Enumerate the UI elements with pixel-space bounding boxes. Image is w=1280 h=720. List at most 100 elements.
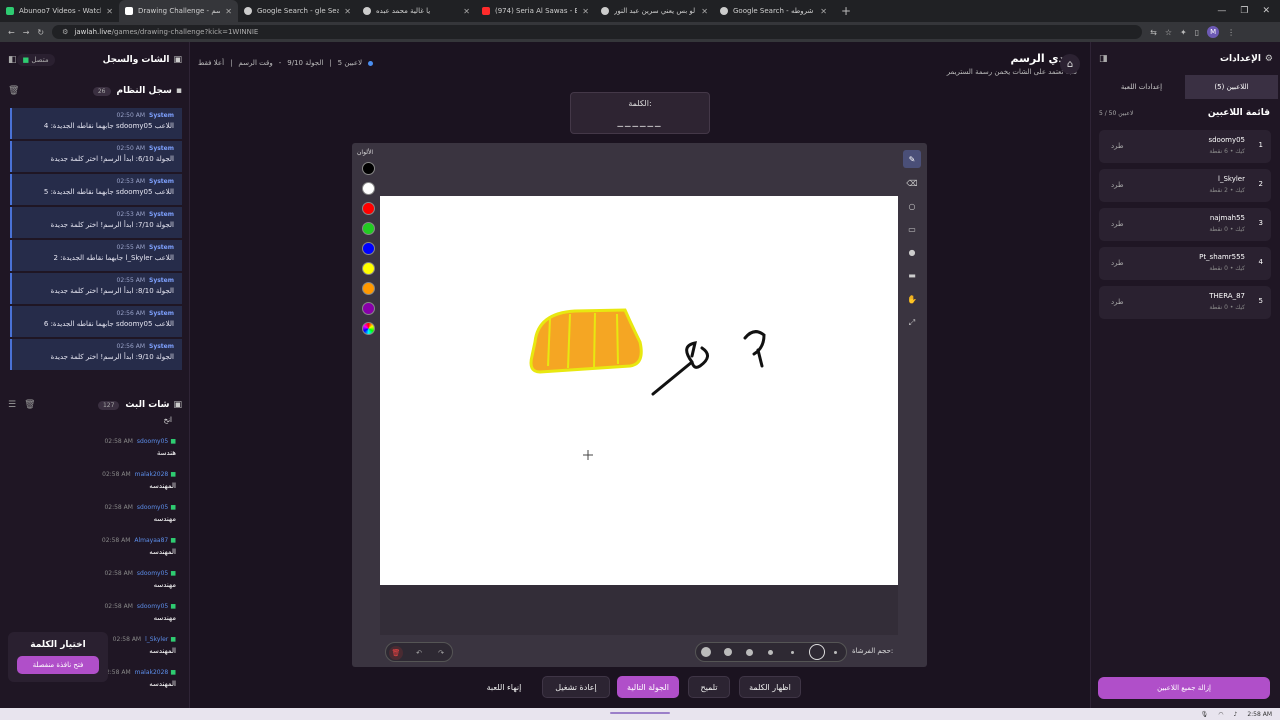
profile-avatar[interactable]: M — [1207, 26, 1220, 38]
drawing-canvas[interactable] — [380, 196, 898, 585]
list-icon[interactable]: ☰ — [8, 400, 16, 410]
color-swatch[interactable] — [362, 222, 375, 235]
hint-button[interactable]: تلميح — [688, 676, 730, 698]
color-swatch[interactable] — [362, 182, 375, 195]
rectangle-icon[interactable]: ▭ — [903, 220, 921, 238]
color-swatch[interactable] — [362, 242, 375, 255]
pencil-icon[interactable]: ✎ — [903, 150, 921, 168]
canvas-actions: 🗑 ↶ ↷ — [385, 642, 453, 662]
chat-username[interactable]: Almayaa87 — [134, 537, 168, 544]
close-icon[interactable]: ✕ — [344, 7, 351, 16]
next-round-button[interactable]: الجولة التالية — [617, 676, 679, 698]
close-icon[interactable]: ✕ — [225, 7, 232, 16]
close-icon[interactable]: ✕ — [701, 7, 708, 16]
taskbar-clock[interactable]: 2:58 AM — [1247, 711, 1272, 718]
color-swatch[interactable] — [362, 202, 375, 215]
filled-circle-icon[interactable]: ● — [903, 243, 921, 261]
system-log-list[interactable]: 02:50 AM System اللاعب sdoomy05 جابهما نقا… — [0, 104, 190, 382]
collapse-panel-icon[interactable]: ◨ — [1099, 54, 1108, 64]
new-tab-button[interactable]: + — [833, 4, 859, 18]
kick-player-button[interactable]: طرد — [1111, 298, 1124, 306]
wifi-icon[interactable]: ◠ — [1218, 711, 1223, 718]
minimize-icon[interactable]: — — [1217, 6, 1226, 16]
expand-icon[interactable]: ⤢ — [903, 314, 921, 332]
filled-rectangle-icon[interactable]: ▬ — [903, 266, 921, 284]
bookmark-icon[interactable]: ☆ — [1165, 28, 1172, 37]
clear-canvas-icon[interactable]: 🗑 — [389, 646, 403, 660]
reload-icon[interactable]: ↻ — [37, 28, 44, 37]
forward-icon[interactable]: → — [23, 28, 30, 37]
hand-icon[interactable]: ✋ — [903, 290, 921, 308]
chat-username[interactable]: sdoomy05 — [137, 603, 168, 610]
game-header: تحدي الرسم لعبة تعتمد على الشات يخمن رسم… — [947, 52, 1077, 76]
close-icon[interactable]: ✕ — [463, 7, 470, 16]
color-swatch[interactable] — [362, 162, 375, 175]
brush-size-sm[interactable] — [768, 650, 773, 655]
chat-item: 02:58 AM sdoomy05 ■ مهندسه — [0, 570, 182, 589]
undo-icon[interactable]: ↶ — [412, 646, 426, 660]
color-swatch[interactable] — [362, 262, 375, 275]
browser-tab-active[interactable]: Drawing Challenge - تحدي الرسم✕ — [119, 0, 238, 22]
translate-icon[interactable]: ⇆ — [1150, 28, 1157, 37]
trash-icon[interactable]: 🗑 — [8, 86, 19, 96]
log-meta: 02:55 AM System — [20, 244, 174, 251]
collapse-panel-icon[interactable]: ◧ — [8, 55, 17, 65]
status-badge: ■ متصل — [16, 54, 55, 66]
browser-tab[interactable]: يا غالية محمد عبده ✕ — [357, 0, 476, 22]
kick-player-button[interactable]: طرد — [1111, 220, 1124, 228]
kick-player-button[interactable]: طرد — [1111, 181, 1124, 189]
brush-size-xl[interactable] — [701, 647, 711, 657]
mic-icon[interactable]: 🎙 — [1201, 711, 1209, 718]
brush-size-lg[interactable] — [724, 648, 732, 656]
browser-tab[interactable]: Abunoo7 Videos - Watch On-D✕ — [0, 0, 119, 22]
circle-icon[interactable]: ○ — [903, 197, 921, 215]
brush-size-md[interactable] — [746, 649, 753, 656]
close-icon[interactable]: ✕ — [106, 7, 113, 16]
chat-username[interactable]: malak2028 — [135, 471, 169, 478]
settings-title: الإعدادات — [1219, 54, 1261, 64]
back-icon[interactable]: ← — [8, 28, 15, 37]
maximize-icon[interactable]: ❐ — [1240, 6, 1248, 16]
browser-tab[interactable]: لو بس يعني سرين عبد النور ✕ — [595, 0, 714, 22]
trash-icon[interactable]: 🗑 — [24, 400, 35, 410]
restart-button[interactable]: إعادة تشغيل — [542, 676, 610, 698]
close-window-icon[interactable]: ✕ — [1262, 6, 1270, 16]
close-icon[interactable]: ✕ — [820, 7, 827, 16]
kick-player-button[interactable]: طرد — [1111, 142, 1124, 150]
chat-message: مهندسه — [153, 614, 176, 622]
tab-players[interactable]: اللاعبين (5) — [1185, 75, 1278, 99]
redo-icon[interactable]: ↷ — [434, 646, 448, 660]
chat-username[interactable]: sdoomy05 — [137, 570, 168, 577]
open-popup-button[interactable]: فتح نافذة منفصلة — [17, 656, 99, 674]
chat-count: 127 — [97, 400, 120, 410]
custom-color-icon[interactable] — [362, 322, 375, 335]
url-field[interactable]: ⚙ jawlah.live/games/drawing-challenge?kic… — [52, 25, 1143, 39]
browser-tab[interactable]: Google Search - gle Search✕ — [238, 0, 357, 22]
menu-icon[interactable]: ⋮ — [1227, 28, 1235, 37]
browser-tab[interactable]: Google Search - شروطه ✕ — [714, 0, 833, 22]
brush-size-selected[interactable] — [809, 644, 825, 660]
volume-icon[interactable]: ♪ — [1233, 711, 1237, 718]
chat-username[interactable]: sdoomy05 — [137, 504, 168, 511]
eraser-icon[interactable]: ⌫ — [903, 174, 921, 192]
chat-username[interactable]: l_Skyler — [145, 636, 168, 643]
kick-icon: ■ — [168, 603, 176, 610]
chat-meta: 02:58 AM sdoomy05 ■ — [0, 438, 176, 445]
close-icon[interactable]: ✕ — [582, 7, 589, 16]
tab-game-settings[interactable]: إعدادات اللعبة — [1095, 75, 1188, 99]
end-game-button[interactable]: إنهاء اللعبة — [474, 676, 534, 698]
brush-size-xxs[interactable] — [834, 651, 837, 654]
chat-username[interactable]: malak2028 — [135, 669, 169, 676]
color-swatch[interactable] — [362, 282, 375, 295]
chat-username[interactable]: sdoomy05 — [137, 438, 168, 445]
color-swatch[interactable] — [362, 302, 375, 315]
reveal-word-button[interactable]: اظهار الكلمة — [739, 676, 801, 698]
remove-all-players-button[interactable]: إزالة جميع اللاعبين — [1098, 677, 1270, 699]
site-info-icon[interactable]: ⚙ — [62, 28, 68, 36]
home-icon[interactable]: ⌂ — [1060, 54, 1080, 74]
brush-size-xs[interactable] — [791, 651, 794, 654]
sidepanel-icon[interactable]: ▯ — [1195, 28, 1199, 37]
kick-player-button[interactable]: طرد — [1111, 259, 1124, 267]
extensions-icon[interactable]: ✦ — [1180, 28, 1187, 37]
browser-tab[interactable]: (974) Seria Al Sawas - Bas awa✕ — [476, 0, 595, 22]
